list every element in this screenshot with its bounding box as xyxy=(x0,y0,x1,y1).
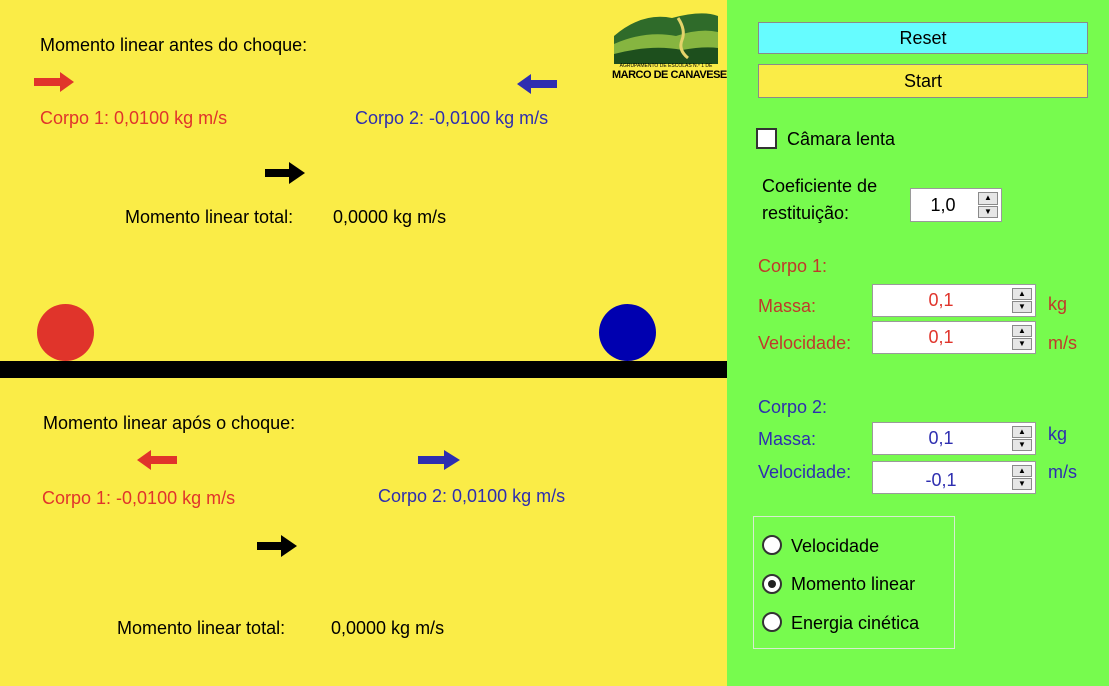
total-after-label: Momento linear total: xyxy=(117,618,286,638)
reset-button[interactable]: Reset xyxy=(758,22,1088,54)
body1-mass-value[interactable]: 0,1 xyxy=(873,285,1009,316)
increment-icon[interactable]: ▲ xyxy=(978,192,998,205)
body2-velocity-value[interactable]: -0,1 xyxy=(873,462,1009,493)
total-before-momentum-arrow-icon xyxy=(265,162,305,184)
total-after-value: 0,0000 kg m/s xyxy=(331,618,445,638)
logo-hills-icon xyxy=(614,13,718,65)
slow-camera-checkbox[interactable] xyxy=(756,128,777,149)
body1-ball xyxy=(37,304,94,361)
body1-before-momentum: Corpo 1: 0,0100 kg m/s xyxy=(40,108,228,128)
radio-energia-cinetica-label: Energia cinética xyxy=(791,613,920,633)
body2-after-momentum-arrow-icon xyxy=(418,450,460,470)
body2-before-momentum-arrow-icon xyxy=(517,74,557,94)
total-before-value: 0,0000 kg m/s xyxy=(333,207,447,227)
body2-ball xyxy=(599,304,656,361)
total-after-momentum-arrow-icon xyxy=(257,535,297,557)
body2-mass-unit: kg xyxy=(1048,424,1068,444)
radio-velocidade-label: Velocidade xyxy=(791,536,880,556)
body2-velocity-label: Velocidade: xyxy=(758,462,852,482)
body1-after-momentum: Corpo 1: -0,0100 kg m/s xyxy=(42,488,236,508)
body2-mass-value[interactable]: 0,1 xyxy=(873,423,1009,454)
body2-velocity-stepper[interactable]: -0,1 ▲ ▼ xyxy=(872,461,1036,494)
increment-icon[interactable]: ▲ xyxy=(1012,288,1032,300)
body1-after-momentum-arrow-icon xyxy=(137,450,177,470)
logo-line2: MARCO DE CANAVESES xyxy=(612,69,734,81)
body1-mass-stepper[interactable]: 0,1 ▲ ▼ xyxy=(872,284,1036,317)
body2-before-momentum: Corpo 2: -0,0100 kg m/s xyxy=(355,108,549,128)
restitution-label-line1: Coeficiente de xyxy=(762,176,878,196)
decrement-icon[interactable]: ▼ xyxy=(978,205,998,218)
control-panel: Reset Start Câmara lenta Coeficiente de … xyxy=(727,0,1109,686)
body1-mass-unit: kg xyxy=(1048,294,1068,314)
radio-velocidade[interactable] xyxy=(762,535,782,555)
slow-camera-label: Câmara lenta xyxy=(787,129,896,149)
radio-momento-linear[interactable] xyxy=(762,574,782,594)
increment-icon[interactable]: ▲ xyxy=(1012,325,1032,337)
increment-icon[interactable]: ▲ xyxy=(1012,426,1032,438)
body2-mass-label: Massa: xyxy=(758,429,817,449)
body1-velocity-value[interactable]: 0,1 xyxy=(873,322,1009,353)
body2-after-momentum: Corpo 2: 0,0100 kg m/s xyxy=(378,486,566,506)
radio-energia-cinetica[interactable] xyxy=(762,612,782,632)
before-collision-title: Momento linear antes do choque: xyxy=(40,35,308,55)
restitution-stepper[interactable]: 1,0 ▲ ▼ xyxy=(910,188,1002,222)
decrement-icon[interactable]: ▼ xyxy=(1012,301,1032,313)
simulation-area: Momento linear antes do choque: Corpo 1:… xyxy=(0,0,734,686)
body1-mass-label: Massa: xyxy=(758,296,817,316)
body1-velocity-unit: m/s xyxy=(1048,333,1077,353)
body2-section-title: Corpo 2: xyxy=(758,397,828,417)
increment-icon[interactable]: ▲ xyxy=(1012,465,1032,477)
track xyxy=(0,361,727,378)
body2-velocity-unit: m/s xyxy=(1048,462,1077,482)
total-before-label: Momento linear total: xyxy=(125,207,294,227)
restitution-value[interactable]: 1,0 xyxy=(911,189,975,221)
start-button[interactable]: Start xyxy=(758,64,1088,98)
body1-section-title: Corpo 1: xyxy=(758,256,828,276)
radio-momento-linear-label: Momento linear xyxy=(791,574,916,594)
after-collision-title: Momento linear após o choque: xyxy=(43,413,296,433)
decrement-icon[interactable]: ▼ xyxy=(1012,338,1032,350)
decrement-icon[interactable]: ▼ xyxy=(1012,439,1032,451)
decrement-icon[interactable]: ▼ xyxy=(1012,478,1032,490)
restitution-label-line2: restituição: xyxy=(762,203,850,223)
school-logo: AGRUPAMENTO DE ESCOLAS N.º 1 DE MARCO DE… xyxy=(612,6,734,82)
body2-mass-stepper[interactable]: 0,1 ▲ ▼ xyxy=(872,422,1036,455)
body1-velocity-stepper[interactable]: 0,1 ▲ ▼ xyxy=(872,321,1036,354)
body1-before-momentum-arrow-icon xyxy=(34,72,74,92)
body1-velocity-label: Velocidade: xyxy=(758,333,852,353)
